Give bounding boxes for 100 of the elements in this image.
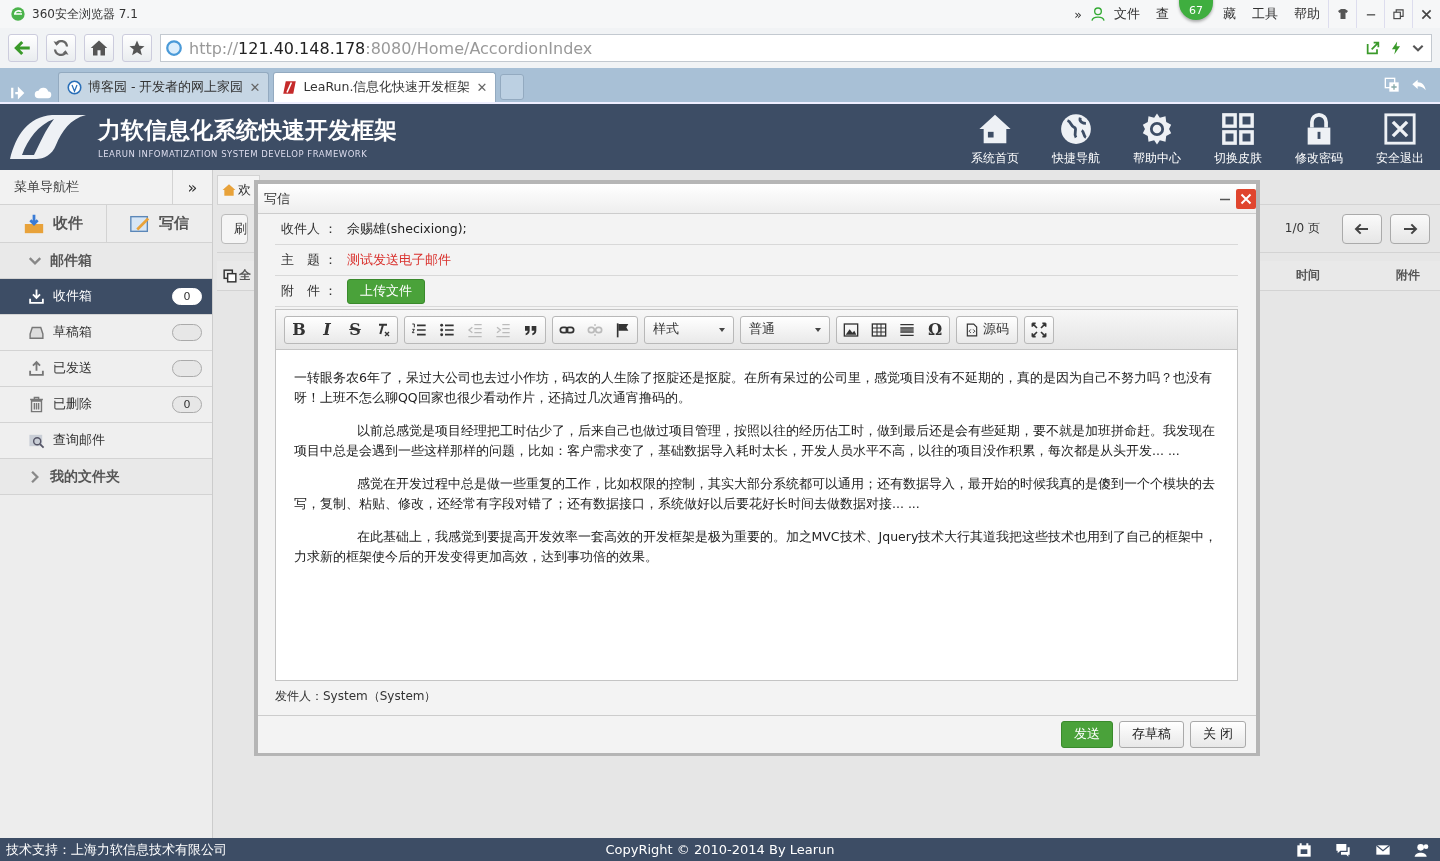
- page-info: 1/0 页: [1284, 220, 1320, 237]
- outdent-icon: [467, 321, 483, 338]
- horizontal-rule-icon: [899, 321, 915, 338]
- lightning-icon: [1389, 40, 1403, 56]
- grid-icon: [1220, 111, 1255, 146]
- subject-value[interactable]: 测试发送电子邮件: [347, 251, 451, 269]
- body-paragraph: 一转眼务农6年了，呆过大公司也去过小作坊，码农的人生除了抠腚还是抠腚。在所有呆过的公司里，感觉项目没有不延期的，真的是因为自己不努力吗？也没有呀！上班不怎么聊QQ回家也很少看动作片，还搞过几次通宵撸码的。: [294, 369, 1213, 407]
- field-label: 附 件 ：: [281, 282, 337, 300]
- bullet-list-icon: [439, 321, 455, 338]
- indent-icon: [495, 321, 511, 338]
- body-paragraph: 以前总感觉是项目经理把工时估少了，后来自己也做过项目管理，按照以往的经历估工时，做到最后还是会有些延期，要不就是加班拼命赶。我发现在项目中总是会遇到一些这样那样的问题，比如：客户需求变了，基础数据导入耗时太长，开发人员水平不高，以往的项目没作积累，每次都是从头开发... ...: [294, 422, 1216, 460]
- tab-close-button[interactable]: ✕: [476, 80, 488, 95]
- nav-button[interactable]: 安全退出: [1359, 107, 1440, 167]
- close-button[interactable]: [1236, 188, 1256, 209]
- tray-icon: [22, 212, 45, 235]
- app-title: 力软信息化系统快速开发框架: [98, 116, 397, 145]
- mail-action-button[interactable]: 写信: [105, 205, 212, 242]
- calendar-icon: [1296, 841, 1312, 858]
- body-paragraph: 感觉在开发过程中总是做一些重复的工作，比如权限的控制，其实大部分系统都可以通用；还有数据导入，最开始的时候我真的是傻到一个个模块的去写，复制、粘贴、修改，还经常有字段对错了；还有数据接口，系统做好以后要花好长时间去做数据对接... ...: [294, 475, 1216, 513]
- shirt-icon: [1336, 8, 1349, 20]
- home-button[interactable]: [84, 34, 114, 62]
- nav-button[interactable]: 帮助中心: [1116, 107, 1197, 167]
- favorite-button[interactable]: [122, 34, 152, 62]
- star-icon: [128, 39, 146, 57]
- browser-tab[interactable]: 博客园 - 开发者的网上家园 ✕: [58, 72, 270, 102]
- upload-icon: [28, 360, 45, 377]
- download-icon: [28, 288, 45, 305]
- previous-page-button[interactable]: [1342, 213, 1382, 244]
- collapse-button[interactable]: »: [172, 169, 212, 205]
- globe-icon: [165, 39, 183, 57]
- mail-action-button[interactable]: 收件: [0, 205, 106, 242]
- dialog-button[interactable]: 存草稿: [1119, 721, 1184, 748]
- nav-button[interactable]: 快捷导航: [1035, 107, 1116, 167]
- field-label: 收件人 ：: [281, 220, 337, 238]
- image-icon: [843, 321, 859, 338]
- folder-group-header[interactable]: 邮件箱: [0, 243, 212, 279]
- browser-tab[interactable]: LeaRun.信息化快速开发框架 ✕: [273, 72, 497, 102]
- bold-button[interactable]: B: [285, 316, 313, 343]
- browser-logo-icon: [10, 6, 26, 22]
- share-icon: [1365, 40, 1381, 56]
- refresh-button[interactable]: 刷: [221, 213, 248, 244]
- body-paragraph: 在此基础上，我感觉到要提高开发效率一套高效的开发框架是极为重要的。加之MVC技术、Jquery技术大行其道我把这些技术也用到了自己的框架中，力求新的框架使今后的开发变得更加高效，达到事功倍的效果。: [294, 528, 1219, 566]
- tray-icon: [28, 324, 45, 341]
- numbered-list-icon: [411, 321, 427, 338]
- strike-button[interactable]: S: [341, 316, 369, 343]
- new-window-icon: [1384, 77, 1400, 93]
- search-icon: [28, 432, 45, 449]
- more-button[interactable]: »: [1066, 6, 1090, 22]
- globe-icon: [1058, 111, 1093, 146]
- count-badge: 0: [172, 288, 202, 305]
- nav-button[interactable]: 修改密码: [1278, 107, 1359, 167]
- flag-icon: [615, 321, 631, 338]
- field-label: 主 题 ：: [281, 251, 337, 269]
- copyright-text: CopyRight © 2010-2014 By Learun: [605, 842, 835, 857]
- column-header: 全: [239, 267, 251, 284]
- menu-item[interactable]: 帮助: [1286, 5, 1328, 23]
- recipient-value[interactable]: 佘赐雄(shecixiong);: [347, 220, 467, 238]
- format-dropdown[interactable]: 普通: [741, 316, 829, 343]
- close-icon: [1382, 111, 1417, 146]
- count-badge: 0: [172, 396, 202, 413]
- special-button[interactable]: Ω: [921, 316, 949, 343]
- site-icon: [67, 80, 82, 95]
- nav-button[interactable]: 切换皮肤: [1197, 107, 1278, 167]
- support-text: 技术支持：上海力软信息技术有限公司: [6, 840, 227, 859]
- menu-item[interactable]: 文件: [1106, 5, 1148, 23]
- refresh-button[interactable]: [46, 34, 76, 62]
- sidebar-title: 菜单导航栏: [13, 178, 80, 196]
- home-icon: [90, 39, 108, 57]
- back-button[interactable]: [8, 34, 38, 62]
- sender-text: 发件人：System（System）: [275, 687, 437, 705]
- dialog-title: 写信: [264, 189, 290, 208]
- folder-group-header[interactable]: 我的文件夹: [0, 459, 212, 495]
- chat-icon: [1334, 841, 1352, 858]
- next-page-button[interactable]: [1390, 213, 1430, 244]
- menu-item[interactable]: 藏: [1215, 5, 1244, 23]
- italic-button[interactable]: I: [313, 316, 341, 343]
- user-icon: [1090, 6, 1106, 22]
- nav-button[interactable]: 系统首页: [954, 107, 1035, 167]
- refresh-icon: [52, 39, 70, 57]
- close-icon: [1421, 8, 1432, 20]
- trash-icon: [28, 396, 45, 413]
- column-header: 时间: [1296, 267, 1321, 284]
- tab-close-button[interactable]: ✕: [249, 80, 261, 95]
- app-subtitle: LEARUN INFOMATIZATION SYSTEM DEVELOP FRAMEWORK: [98, 149, 369, 159]
- site-icon: [282, 80, 298, 95]
- dialog-button[interactable]: 关 闭: [1190, 721, 1246, 748]
- maximize-icon: [1031, 321, 1047, 338]
- address-field[interactable]: http://121.40.148.178:8080/Home/AccordionIndex: [160, 34, 1432, 62]
- source-button[interactable]: 源码: [957, 316, 1017, 343]
- users-icon: [1414, 841, 1430, 858]
- select-all-icon: [223, 268, 237, 283]
- close-icon: [1240, 192, 1252, 205]
- menu-item[interactable]: 工具: [1244, 5, 1286, 23]
- unlink-icon: [587, 321, 603, 338]
- format-dropdown[interactable]: 样式: [645, 316, 733, 343]
- folder-item[interactable]: 收件箱 0: [0, 279, 212, 315]
- menu-item[interactable]: 查: [1148, 5, 1177, 23]
- restore-icon: [1393, 8, 1404, 20]
- home-icon: [222, 183, 236, 197]
- logo-icon: [10, 115, 86, 159]
